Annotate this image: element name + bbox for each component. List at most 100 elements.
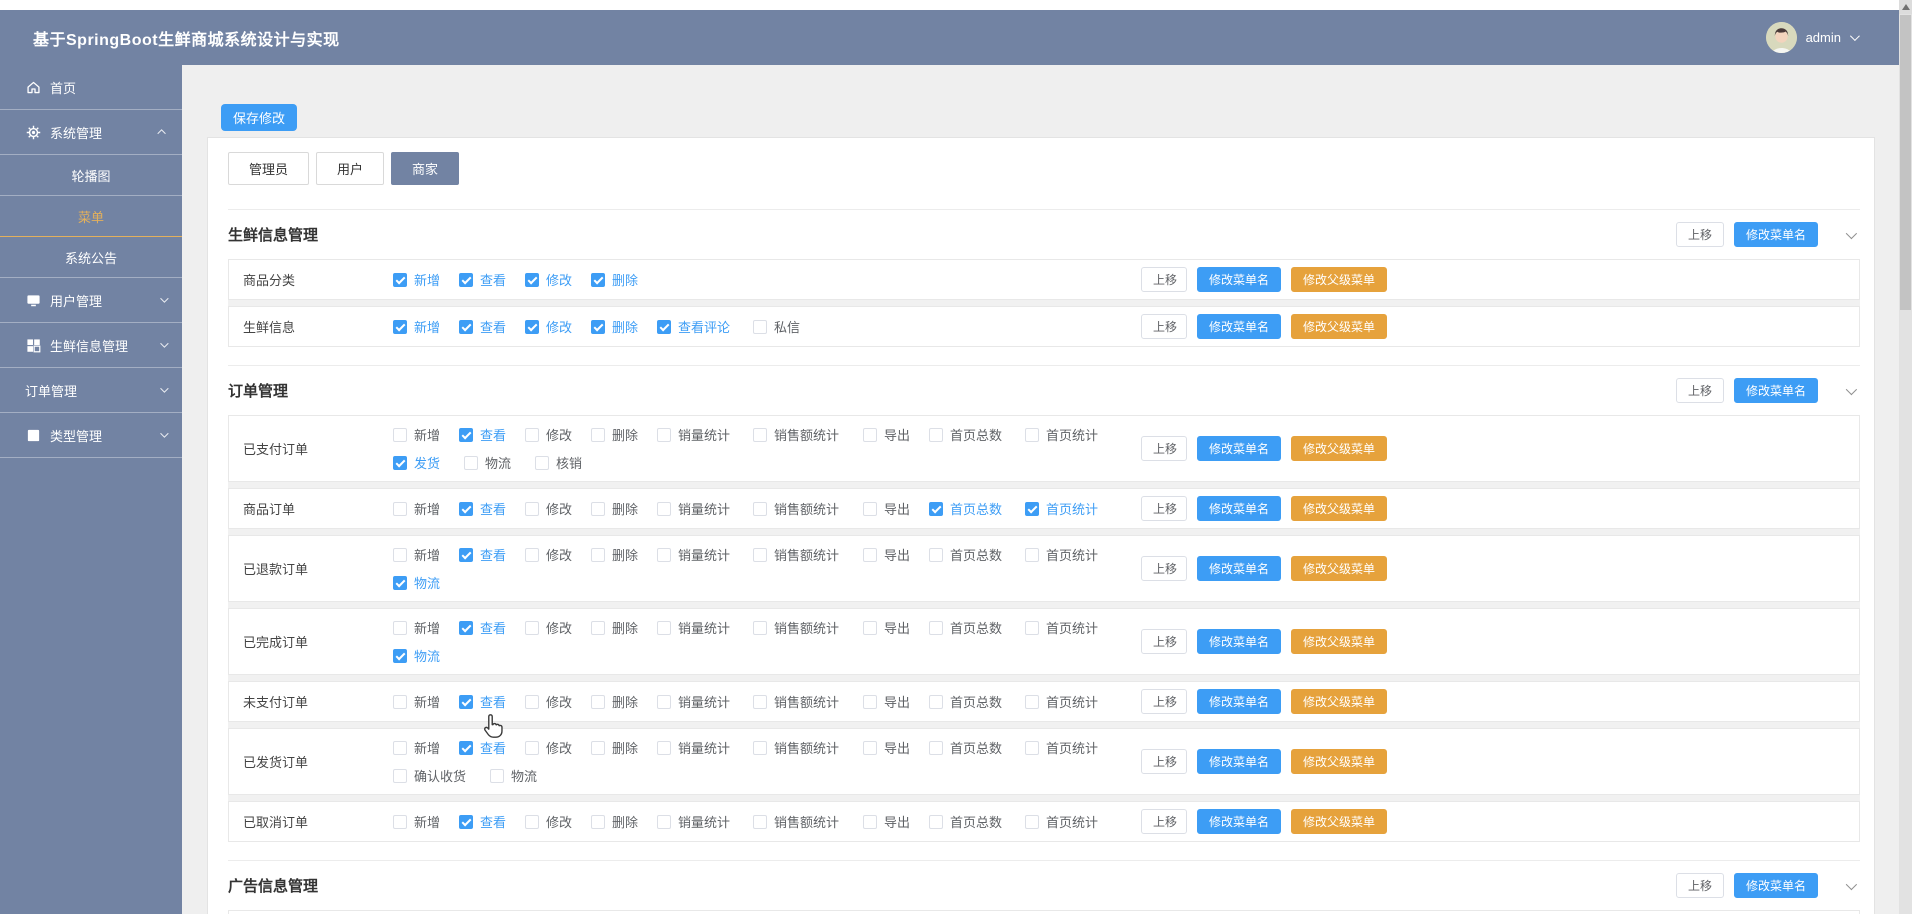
checkbox[interactable] xyxy=(459,814,473,829)
checkbox[interactable] xyxy=(393,501,407,516)
permission-option[interactable]: 销量统计 xyxy=(657,618,753,637)
permission-option[interactable]: 物流 xyxy=(464,453,511,472)
checkbox[interactable] xyxy=(459,547,473,562)
permission-option[interactable]: 导出 xyxy=(863,738,929,757)
checkbox[interactable] xyxy=(753,501,767,516)
checkbox[interactable] xyxy=(753,620,767,635)
row-reparent-button[interactable]: 修改父级菜单 xyxy=(1291,749,1388,774)
checkbox[interactable] xyxy=(657,319,671,334)
checkbox[interactable] xyxy=(753,319,767,334)
permission-option[interactable]: 修改 xyxy=(525,317,591,336)
row-move-up-button[interactable]: 上移 xyxy=(1141,267,1187,292)
checkbox[interactable] xyxy=(863,427,877,442)
checkbox[interactable] xyxy=(863,620,877,635)
permission-option[interactable]: 修改 xyxy=(525,618,591,637)
section-rename-button[interactable]: 修改菜单名 xyxy=(1733,222,1818,247)
checkbox[interactable] xyxy=(525,620,539,635)
permission-option[interactable]: 首页统计 xyxy=(1025,545,1121,564)
checkbox[interactable] xyxy=(1025,501,1039,516)
checkbox[interactable] xyxy=(863,740,877,755)
permission-option[interactable]: 删除 xyxy=(591,317,657,336)
row-move-up-button[interactable]: 上移 xyxy=(1141,436,1187,461)
permission-option[interactable]: 删除 xyxy=(591,738,657,757)
permission-option[interactable]: 导出 xyxy=(863,545,929,564)
checkbox[interactable] xyxy=(459,319,473,334)
checkbox[interactable] xyxy=(459,694,473,709)
permission-option[interactable]: 新增 xyxy=(393,738,459,757)
permission-option[interactable]: 首页统计 xyxy=(1025,812,1121,831)
permission-option[interactable]: 销售额统计 xyxy=(753,425,863,444)
checkbox[interactable] xyxy=(591,814,605,829)
permission-option[interactable]: 销售额统计 xyxy=(753,738,863,757)
sidebar-item-notice[interactable]: 系统公告 xyxy=(0,237,182,278)
checkbox[interactable] xyxy=(929,501,943,516)
checkbox[interactable] xyxy=(657,694,671,709)
checkbox[interactable] xyxy=(393,547,407,562)
checkbox[interactable] xyxy=(591,694,605,709)
checkbox[interactable] xyxy=(753,694,767,709)
permission-option[interactable]: 删除 xyxy=(591,618,657,637)
tab-admin[interactable]: 管理员 xyxy=(228,152,310,185)
row-rename-button[interactable]: 修改菜单名 xyxy=(1197,749,1282,774)
permission-option[interactable]: 销量统计 xyxy=(657,738,753,757)
permission-option[interactable]: 新增 xyxy=(393,499,459,518)
checkbox[interactable] xyxy=(863,694,877,709)
permission-option[interactable]: 销量统计 xyxy=(657,812,753,831)
checkbox[interactable] xyxy=(591,272,605,287)
permission-option[interactable]: 物流 xyxy=(393,646,440,665)
permission-option[interactable]: 销售额统计 xyxy=(753,618,863,637)
row-reparent-button[interactable]: 修改父级菜单 xyxy=(1291,689,1388,714)
row-reparent-button[interactable]: 修改父级菜单 xyxy=(1291,556,1388,581)
checkbox[interactable] xyxy=(459,620,473,635)
checkbox[interactable] xyxy=(1025,814,1039,829)
permission-option[interactable]: 查看 xyxy=(459,317,525,336)
permission-option[interactable]: 私信 xyxy=(753,317,863,336)
permission-option[interactable]: 删除 xyxy=(591,270,657,289)
row-rename-button[interactable]: 修改菜单名 xyxy=(1197,436,1282,461)
permission-option[interactable]: 查看 xyxy=(459,545,525,564)
section-rename-button[interactable]: 修改菜单名 xyxy=(1733,378,1818,403)
checkbox[interactable] xyxy=(393,768,407,783)
chevron-down-icon[interactable] xyxy=(1845,227,1858,239)
permission-option[interactable]: 查看 xyxy=(459,692,525,711)
checkbox[interactable] xyxy=(1025,740,1039,755)
row-rename-button[interactable]: 修改菜单名 xyxy=(1197,689,1282,714)
chevron-down-icon[interactable] xyxy=(1845,383,1858,395)
checkbox[interactable] xyxy=(591,620,605,635)
checkbox[interactable] xyxy=(753,814,767,829)
checkbox[interactable] xyxy=(525,814,539,829)
permission-option[interactable]: 销售额统计 xyxy=(753,499,863,518)
checkbox[interactable] xyxy=(753,740,767,755)
checkbox[interactable] xyxy=(657,501,671,516)
permission-option[interactable]: 核销 xyxy=(535,453,582,472)
row-rename-button[interactable]: 修改菜单名 xyxy=(1197,809,1282,834)
checkbox[interactable] xyxy=(393,575,407,590)
checkbox[interactable] xyxy=(393,319,407,334)
permission-option[interactable]: 修改 xyxy=(525,425,591,444)
checkbox[interactable] xyxy=(753,547,767,562)
permission-option[interactable]: 首页总数 xyxy=(929,812,1025,831)
permission-option[interactable]: 新增 xyxy=(393,692,459,711)
checkbox[interactable] xyxy=(929,547,943,562)
chevron-down-icon[interactable] xyxy=(1849,31,1860,42)
permission-option[interactable]: 新增 xyxy=(393,618,459,637)
checkbox[interactable] xyxy=(525,694,539,709)
checkbox[interactable] xyxy=(863,501,877,516)
section-move-up-button[interactable]: 上移 xyxy=(1675,873,1724,898)
sidebar-item-users[interactable]: 用户管理 xyxy=(0,278,182,323)
checkbox[interactable] xyxy=(929,740,943,755)
checkbox[interactable] xyxy=(929,620,943,635)
row-reparent-button[interactable]: 修改父级菜单 xyxy=(1291,809,1388,834)
checkbox[interactable] xyxy=(1025,620,1039,635)
row-move-up-button[interactable]: 上移 xyxy=(1141,314,1187,339)
permission-option[interactable]: 首页总数 xyxy=(929,738,1025,757)
permission-option[interactable]: 确认收货 xyxy=(393,766,466,785)
permission-option[interactable]: 物流 xyxy=(393,573,440,592)
checkbox[interactable] xyxy=(535,455,550,470)
row-rename-button[interactable]: 修改菜单名 xyxy=(1197,629,1282,654)
permission-option[interactable]: 删除 xyxy=(591,545,657,564)
permission-option[interactable]: 修改 xyxy=(525,499,591,518)
permission-option[interactable]: 修改 xyxy=(525,738,591,757)
checkbox[interactable] xyxy=(1025,427,1039,442)
checkbox[interactable] xyxy=(1025,694,1039,709)
